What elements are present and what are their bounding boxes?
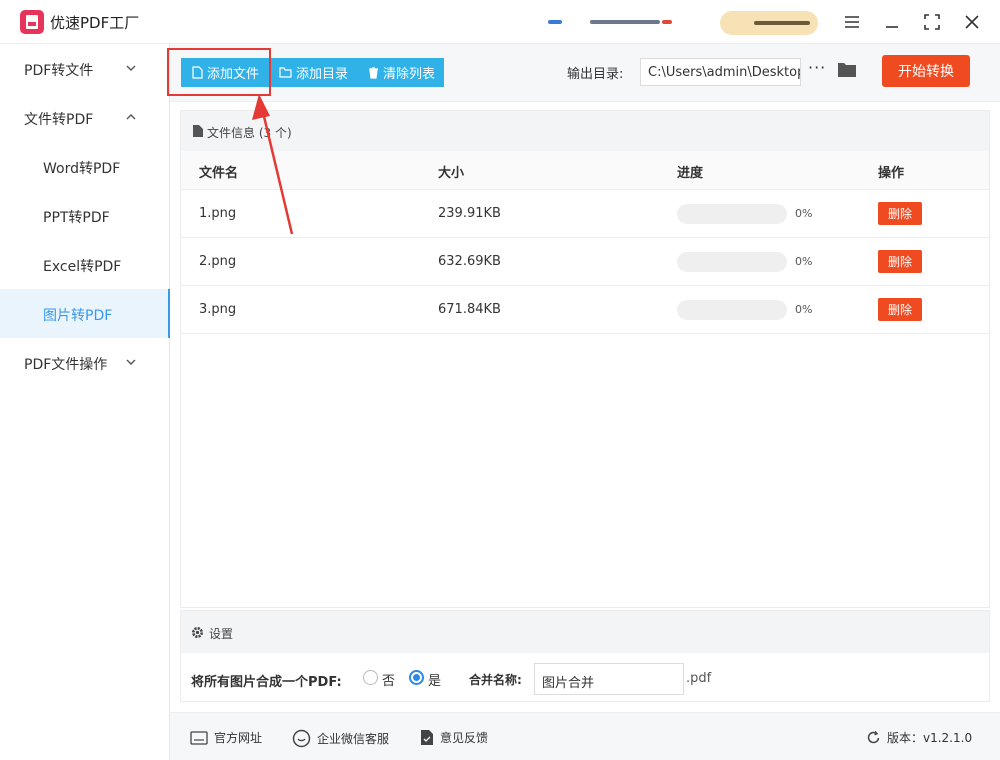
add-folder-button[interactable]: 添加目录 [268,58,358,87]
sidebar-item-excel-to-pdf[interactable]: Excel转PDF [0,240,170,289]
wechat-service-link[interactable]: 企业微信客服 [292,729,389,748]
delete-button[interactable]: 删除 [878,298,922,321]
chevron-down-icon [126,65,136,71]
website-icon [190,730,208,745]
chevron-up-icon [126,114,136,120]
refresh-icon[interactable] [866,730,881,745]
folder-outline-icon [279,67,292,78]
sidebar-item-word-to-pdf[interactable]: Word转PDF [0,142,170,191]
merge-name-input[interactable]: 图片合并 [534,663,684,695]
settings-panel: 设置 将所有图片合成一个PDF: 否 是 合并名称: 图片合并 .pdf [180,610,990,702]
minimize-icon[interactable] [880,10,904,34]
version-info: 版本：v1.2.1.0 [866,729,972,746]
merge-yes-label: 是 [428,674,442,689]
sidebar-item-file-to-pdf[interactable]: 文件转PDF [0,93,170,142]
promo-banner[interactable] [544,12,672,32]
merge-no-radio[interactable] [363,670,378,685]
file-info-header: 文件信息 (3 个) [181,111,989,151]
feedback-icon [421,730,433,745]
delete-button[interactable]: 删除 [878,250,922,273]
merge-no-label: 否 [382,674,396,689]
merge-option-label: 将所有图片合成一个PDF: [191,675,342,690]
output-dir-label: 输出目录: [567,67,624,82]
promo-badge[interactable] [720,11,818,35]
progress-bar [677,204,787,224]
app-logo-icon [20,10,44,34]
sidebar-item-ppt-to-pdf[interactable]: PPT转PDF [0,191,170,240]
title-bar: 优速PDF工厂 [0,0,1000,44]
table-row: 3.png 671.84KB 0% 删除 [181,286,989,334]
merge-yes-radio[interactable] [409,670,424,685]
merge-name-label: 合并名称: [469,673,522,687]
hamburger-icon[interactable] [840,10,864,34]
output-dir-field[interactable]: C:\Users\admin\Desktop [640,58,801,86]
trash-icon [369,66,379,79]
chevron-down-icon [126,359,136,365]
close-icon[interactable] [960,10,984,34]
progress-bar [677,300,787,320]
sidebar-item-pdf-operations[interactable]: PDF文件操作 [0,338,170,387]
file-extension-label: .pdf [686,671,712,686]
more-options-button[interactable]: ··· [808,58,826,77]
file-list-panel: 文件信息 (3 个) 文件名 大小 进度 操作 1.png 239.91KB 0… [180,110,990,608]
clear-list-button[interactable]: 清除列表 [357,58,445,87]
annotation-highlight-box [167,48,271,96]
sidebar: PDF转文件 文件转PDF Word转PDF PPT转PDF Excel转PDF… [0,44,170,760]
document-icon [193,125,203,137]
progress-bar [677,252,787,272]
delete-button[interactable]: 删除 [878,202,922,225]
table-row: 1.png 239.91KB 0% 删除 [181,190,989,238]
app-title: 优速PDF工厂 [50,14,140,32]
toolbar: 添加文件 添加目录 清除列表 输出目录: C:\Users\admin\Desk… [170,44,1000,102]
feedback-link[interactable]: 意见反馈 [420,729,488,746]
sidebar-item-pdf-to-file[interactable]: PDF转文件 [0,44,170,93]
table-row: 2.png 632.69KB 0% 删除 [181,238,989,286]
folder-icon[interactable] [837,61,857,78]
start-convert-button[interactable]: 开始转换 [882,55,970,87]
sidebar-item-image-to-pdf[interactable]: 图片转PDF [0,289,170,338]
table-header: 文件名 大小 进度 操作 [181,151,989,190]
website-link[interactable]: 官方网址 [190,729,262,746]
gear-icon [192,627,203,638]
fullscreen-icon[interactable] [920,10,944,34]
chat-icon [292,729,311,748]
settings-header: 设置 [181,611,989,653]
footer: 官方网址 企业微信客服 意见反馈 版本：v1.2.1.0 [170,712,1000,760]
